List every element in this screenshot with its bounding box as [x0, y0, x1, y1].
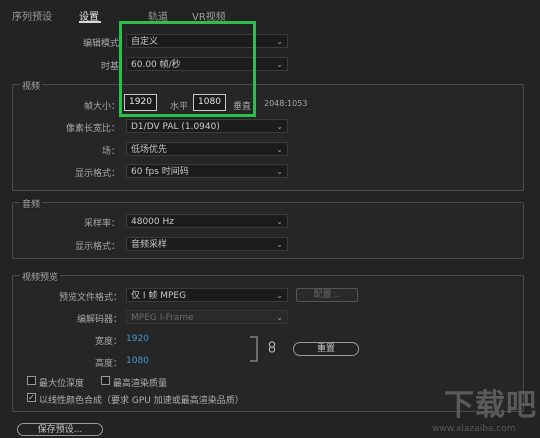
checkmark-icon: ✓ [28, 393, 35, 402]
max-render-quality-label: 最高渲染质量 [113, 379, 168, 389]
chevron-down-icon: ⌄ [276, 167, 283, 176]
chevron-down-icon: ⌄ [276, 291, 283, 300]
timebase-label: 时基： [100, 62, 128, 72]
preview-format-value: 仅 I 帧 MPEG [131, 291, 187, 301]
max-render-quality-checkbox[interactable] [101, 376, 110, 385]
codec-value: MPEG I-Frame [131, 313, 194, 323]
linear-color-checkbox[interactable]: ✓ [27, 393, 36, 402]
preview-width-value[interactable]: 1920 [126, 334, 149, 344]
tab-sequence-presets[interactable]: 序列预设 [12, 8, 52, 23]
chevron-down-icon: ⌄ [276, 217, 283, 226]
active-tab-indicator [79, 21, 101, 23]
field-select[interactable]: 低场优先 ⌄ [126, 142, 288, 156]
video-preview-group-title: 视频预览 [20, 270, 61, 283]
codec-label: 编解码器： [76, 315, 122, 325]
audio-display-format-label: 显示格式： [74, 242, 120, 252]
chevron-down-icon: ⌄ [276, 60, 283, 69]
audio-display-format-select[interactable]: 音频采样 ⌄ [126, 237, 288, 251]
max-bit-depth-checkbox[interactable] [27, 376, 36, 385]
preview-height-label: 高度： [94, 359, 122, 369]
chevron-down-icon: ⌄ [276, 313, 283, 322]
configure-button[interactable]: 配置... [296, 288, 358, 302]
pixel-aspect-label: 像素长宽比： [65, 124, 120, 134]
video-display-format-select[interactable]: 60 fps 时间码 ⌄ [126, 164, 288, 178]
pixel-ratio-readout: 2048:1053 [264, 99, 308, 108]
preview-width-label: 宽度： [94, 337, 122, 347]
max-bit-depth-label: 最大位深度 [39, 379, 85, 389]
highlight-box [119, 21, 256, 117]
field-label: 场： [101, 147, 120, 157]
sample-rate-value: 48000 Hz [131, 217, 174, 227]
edit-mode-label: 编辑模式： [82, 39, 128, 49]
save-preset-button[interactable]: 保存预设... [17, 423, 103, 436]
watermark-url: www.xiazaiba.com [432, 424, 516, 434]
field-value: 低场优先 [131, 145, 168, 155]
linear-color-label: 以线性颜色合成（要求 GPU 加速或最高渲染品质） [39, 396, 244, 406]
preview-format-label: 预览文件格式： [58, 293, 122, 303]
codec-select[interactable]: MPEG I-Frame ⌄ [126, 310, 288, 324]
link-bracket-icon [250, 336, 258, 362]
pixel-aspect-select[interactable]: D1/DV PAL (1.0940) ⌄ [126, 119, 288, 133]
reset-button[interactable]: 重置 [293, 342, 359, 356]
frame-size-label: 帧大小： [83, 102, 120, 112]
chevron-down-icon: ⌄ [276, 240, 283, 249]
sample-rate-label: 采样率： [83, 219, 120, 229]
audio-display-format-value: 音频采样 [131, 240, 168, 250]
pixel-aspect-value: D1/DV PAL (1.0940) [131, 122, 220, 132]
preview-height-value[interactable]: 1080 [126, 356, 149, 366]
video-group-title: 视频 [20, 79, 43, 92]
tab-bar: 序列预设 设置 轨道 VR视频 [0, 0, 540, 24]
video-display-format-value: 60 fps 时间码 [131, 167, 189, 177]
audio-group-title: 音频 [20, 197, 43, 210]
chevron-down-icon: ⌄ [276, 145, 283, 154]
video-display-format-label: 显示格式： [74, 169, 120, 179]
chevron-down-icon: ⌄ [276, 37, 283, 46]
watermark-logo: 下载吧 [444, 388, 537, 423]
chevron-down-icon: ⌄ [276, 122, 283, 131]
link-chain-icon[interactable] [268, 341, 276, 353]
sample-rate-select[interactable]: 48000 Hz ⌄ [126, 214, 288, 228]
preview-format-select[interactable]: 仅 I 帧 MPEG ⌄ [126, 288, 288, 302]
